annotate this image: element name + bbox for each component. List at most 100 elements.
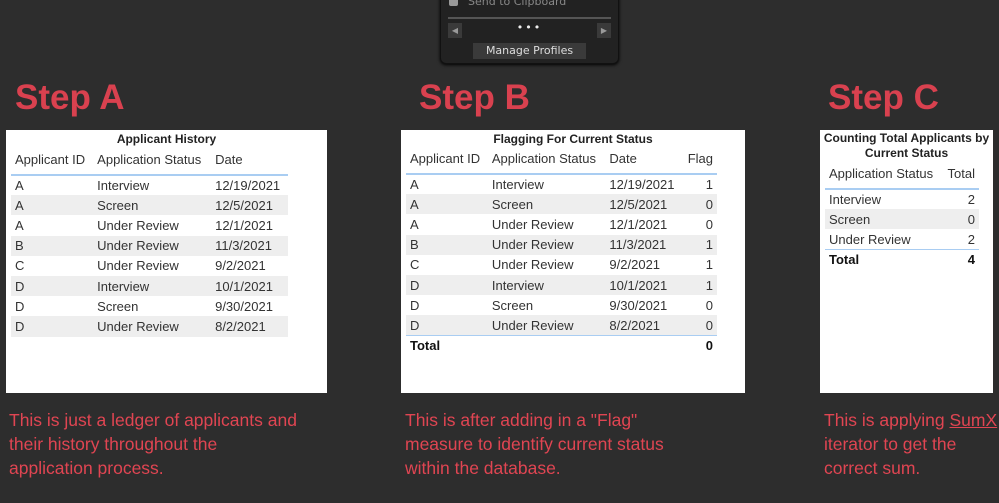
table-cell: 8/2/2021 [211, 316, 288, 337]
table-row: A Interview 12/19/2021 1 [406, 174, 717, 194]
table-cell: Interview [487, 274, 606, 296]
table-cell: Screen [491, 297, 534, 313]
step-b-caption: This is after adding in a "Flag" measure… [405, 410, 664, 478]
table-cell: 9/30/2021 [215, 298, 273, 314]
sumx-link[interactable]: SumX [949, 410, 997, 430]
table-cell: 0 [682, 194, 717, 215]
table-cell: Interview [93, 275, 212, 297]
table-cell: Under Review [97, 217, 179, 233]
profile-popup: Send to Clipboard ◀ ••• ▶ Manage Profile… [440, 0, 619, 64]
divider [448, 17, 611, 19]
total-value: 0 [682, 334, 717, 356]
table-cell: 2 [967, 231, 975, 247]
table-cell: D [11, 275, 94, 297]
table-row: D Under Review 8/2/2021 0 [406, 315, 717, 336]
table-cell: 12/19/2021 [609, 177, 675, 193]
column-header[interactable]: Applicant ID [406, 144, 488, 175]
table-cell: 12/5/2021 [605, 194, 683, 215]
next-arrow-icon[interactable]: ▶ [597, 23, 611, 38]
table-cell: 12/19/2021 [215, 178, 281, 194]
table-cell: 0 [705, 297, 713, 313]
column-header[interactable]: Flag [682, 144, 717, 175]
table-cell: D [406, 315, 488, 336]
table-cell: Under Review [93, 235, 212, 256]
column-header[interactable]: Application Status [93, 145, 212, 176]
table-row: D Under Review 8/2/2021 [11, 316, 288, 337]
table-cell: Under Review [487, 234, 606, 255]
table-cell: A [410, 216, 419, 232]
table-cell: Under Review [491, 257, 574, 273]
table-cell: 11/3/2021 [211, 235, 288, 256]
table-cell: C [15, 258, 25, 274]
flagging-table: Applicant ID Application Status Date Flag A I… [406, 144, 717, 356]
table-cell: Under Review [491, 216, 574, 232]
step-a-caption: This is just a ledger of applicants and … [9, 410, 297, 478]
table-row: C Under Review 9/2/2021 1 [406, 255, 717, 275]
table-row: A Under Review 12/1/2021 [11, 215, 288, 235]
header-row: Application Status Total [825, 159, 979, 190]
table-cell: A [11, 195, 94, 216]
table-row: A Under Review 12/1/2021 0 [406, 214, 717, 234]
table-cell: D [406, 274, 488, 296]
table-cell: 12/5/2021 [211, 195, 288, 216]
table-cell: 0 [682, 315, 717, 336]
counting-table: Application Status Total Interview 2 Screen 0… [825, 159, 979, 270]
table-row: Under Review 2 [825, 229, 979, 249]
table-cell: A [410, 177, 419, 193]
table-cell: 10/1/2021 [211, 275, 288, 297]
total-row: Total 0 [406, 334, 717, 356]
table-cell: B [406, 234, 488, 255]
table-cell: 9/2/2021 [609, 257, 661, 273]
applicant-history-visual: Applicant History Applicant ID Applicatio… [6, 130, 327, 393]
table-cell: Interview [491, 177, 544, 193]
table-cell: Interview [97, 178, 150, 194]
table-cell: 11/3/2021 [605, 234, 683, 255]
table-cell: 9/30/2021 [609, 297, 668, 313]
table-row: D Interview 10/1/2021 [11, 275, 288, 297]
table-cell: Under Review [829, 231, 911, 247]
counting-visual: Counting Total Applicants by Current Sta… [820, 130, 993, 393]
table-row: B Under Review 11/3/2021 [11, 235, 288, 256]
camera-icon [449, 0, 458, 6]
column-header[interactable]: Application Status [487, 144, 606, 175]
table-cell: Screen [97, 298, 139, 314]
table-cell: Under Review [97, 258, 179, 274]
table-cell: Screen [93, 195, 212, 216]
pager-dots: ••• [516, 21, 543, 34]
column-header[interactable]: Application Status [825, 159, 942, 190]
table-cell: A [15, 217, 24, 233]
table-cell: 10/1/2021 [605, 274, 683, 296]
table-cell: 1 [705, 257, 713, 273]
column-header[interactable]: Date [211, 145, 288, 176]
table-row: Screen 0 [825, 209, 979, 230]
column-header[interactable]: Date [605, 144, 683, 175]
total-label: Total [825, 249, 942, 270]
table-cell: 2 [967, 192, 975, 208]
table-row: Interview 2 [825, 189, 979, 209]
send-to-clipboard-item[interactable]: Send to Clipboard [449, 0, 566, 8]
table-cell: B [11, 235, 94, 256]
table-cell: Under Review [487, 315, 606, 336]
table-cell: 0 [705, 216, 713, 232]
manage-profiles-button[interactable]: Manage Profiles [473, 43, 586, 59]
table-row: A Screen 12/5/2021 0 [406, 194, 717, 215]
table-cell: 8/2/2021 [605, 315, 683, 336]
table-cell: 1 [682, 274, 717, 296]
table-cell: D [410, 297, 420, 313]
table-cell: A [406, 194, 488, 215]
table-row: B Under Review 11/3/2021 1 [406, 234, 717, 255]
table-cell: 0 [941, 209, 979, 230]
total-label: Total [406, 334, 488, 356]
table-cell: 12/1/2021 [609, 216, 668, 232]
total-row: Total 4 [825, 249, 979, 270]
table-cell: D [15, 298, 25, 314]
table-cell: D [11, 316, 94, 337]
table-row: A Interview 12/19/2021 [11, 175, 288, 195]
step-b-heading: Step B [419, 78, 530, 117]
table-cell: C [410, 257, 420, 273]
column-header[interactable]: Applicant ID [11, 145, 94, 176]
table-row: C Under Review 9/2/2021 [11, 256, 288, 276]
applicant-history-table: Applicant ID Application Status Date A Inter… [11, 145, 288, 337]
column-header[interactable]: Total [941, 159, 979, 190]
flagging-visual: Flagging For Current Status Applicant ID… [401, 130, 745, 393]
